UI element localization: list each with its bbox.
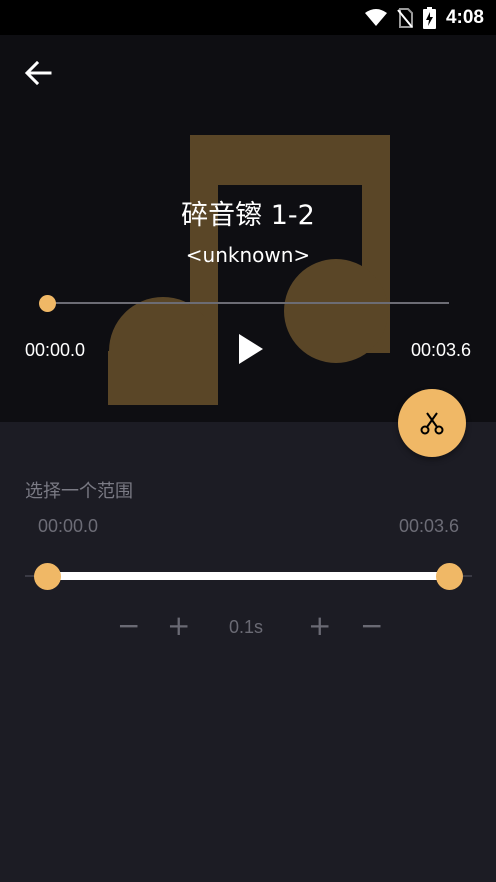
start-decrease-button[interactable]: −	[117, 610, 140, 642]
start-increase-button[interactable]: +	[167, 610, 190, 642]
status-icons: 4:08	[364, 0, 484, 35]
track-title: 碎音镲 1-2	[181, 200, 315, 231]
seek-thumb[interactable]	[38, 295, 56, 312]
player-panel: 碎音镲 1-2 <unknown> 00:00.0 00:03.6	[0, 35, 496, 422]
range-start-handle[interactable]	[33, 563, 61, 590]
total-time: 00:03.6	[410, 340, 471, 360]
step-value: 0.1s	[229, 617, 264, 637]
range-selection	[47, 572, 449, 580]
no-sim-icon	[397, 7, 413, 28]
scissors-icon	[420, 412, 444, 435]
end-decrease-button[interactable]: −	[360, 610, 383, 642]
back-arrow-icon[interactable]	[22, 57, 54, 89]
range-end-handle[interactable]	[435, 563, 463, 590]
track-artist: <unknown>	[185, 243, 311, 267]
status-bar: 4:08	[0, 0, 496, 35]
end-increase-button[interactable]: +	[308, 610, 331, 642]
wifi-icon	[364, 8, 387, 26]
status-time: 4:08	[445, 6, 484, 28]
range-label: 选择一个范围	[25, 481, 133, 502]
cut-button[interactable]	[398, 389, 466, 457]
range-end-time: 00:03.6	[398, 516, 459, 536]
seek-bar[interactable]	[47, 302, 449, 304]
current-time: 00:00.0	[25, 340, 86, 360]
play-icon[interactable]	[235, 332, 265, 366]
battery-charging-icon	[422, 6, 436, 29]
range-start-time: 00:00.0	[38, 516, 99, 536]
